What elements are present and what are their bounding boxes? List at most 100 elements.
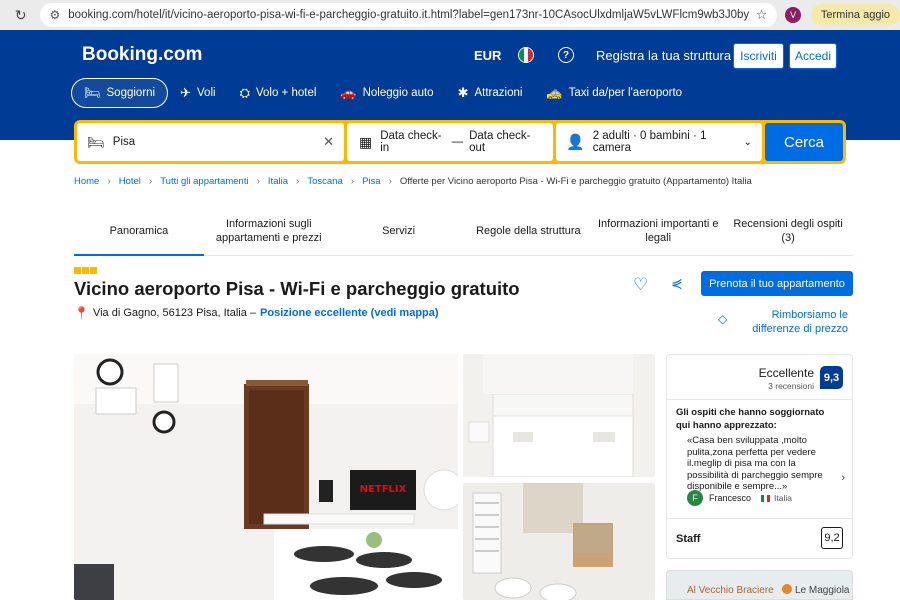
car-icon: 🚗 — [340, 85, 357, 100]
destination-input[interactable]: Pisa — [113, 136, 323, 148]
taxi-icon: 🚕 — [546, 85, 563, 100]
breadcrumb-current: Offerte per Vicino aeroporto Pisa - Wi-F… — [399, 176, 752, 187]
tab-fine-print[interactable]: Informazioni importanti e legali — [593, 207, 723, 255]
update-button[interactable]: Termina aggio — [810, 4, 900, 26]
staff-score-row: Staff 9,2 — [667, 518, 852, 559]
site-settings-icon[interactable]: ⚙ — [50, 8, 61, 22]
avatar: F — [687, 490, 703, 506]
breadcrumb-link[interactable]: Home — [74, 176, 99, 187]
address-bar[interactable]: ⚙ booking.com/hotel/it/vicino-aeroporto-… — [39, 3, 778, 27]
tab-overview[interactable]: Panoramica — [74, 207, 204, 256]
signup-button[interactable]: Iscriviti — [733, 43, 784, 69]
nav-label: Soggiorni — [106, 87, 156, 99]
map-preview[interactable]: Al Vecchio Braciere Le Maggiola — [666, 570, 853, 600]
price-match-label[interactable]: Rimborsiamo le differenze di prezzo — [735, 308, 848, 336]
breadcrumb-link[interactable]: Tutti gli appartamenti — [160, 176, 248, 187]
nav-flights[interactable]: ✈ Voli — [168, 78, 227, 108]
guests-liked-heading: Gli ospiti che hanno soggiornato qui han… — [676, 407, 825, 431]
clear-icon[interactable]: ✕ — [323, 134, 334, 150]
rating-word: Eccellente — [758, 366, 814, 380]
chevron-down-icon: ⌄ — [743, 136, 752, 148]
property-tabs: Panoramica Informazioni sugli appartamen… — [74, 207, 853, 256]
register-property-link[interactable]: Registra la tua struttura — [596, 48, 731, 63]
book-button[interactable]: Prenota il tuo appartamento — [701, 271, 853, 296]
breadcrumb-link[interactable]: Hotel — [119, 176, 141, 187]
breadcrumb-separator: › — [256, 176, 260, 187]
search-bar: 🛏 Pisa ✕ ▦ Data check-in — Data check-ou… — [74, 120, 846, 164]
nav-attractions[interactable]: ✱ Attrazioni — [446, 78, 535, 108]
heart-icon[interactable]: ♡ — [633, 275, 648, 295]
flight-hotel-icon: ⛭ — [239, 85, 250, 100]
bathroom-photo[interactable] — [463, 483, 655, 600]
checkin-label: Data check-in — [380, 130, 442, 154]
breadcrumb: Home › Hotel › Tutti gli appartamenti › Ita… — [74, 176, 752, 187]
search-button[interactable]: Cerca — [765, 123, 843, 161]
nav-label: Volo + hotel — [255, 87, 317, 99]
bookmark-star-icon[interactable]: ☆ — [756, 7, 768, 23]
reviewer-country: Italia — [774, 493, 792, 503]
currency-selector[interactable]: EUR — [474, 48, 501, 63]
review-count: 3 recensioni — [768, 381, 814, 391]
review-quote: «Casa ben sviluppata ,molto pulita,zona … — [687, 435, 823, 492]
calendar-icon: ▦ — [359, 133, 373, 150]
nav-label: Attrazioni — [474, 87, 523, 99]
bed-icon: 🛏 — [87, 133, 105, 150]
tab-guest-reviews[interactable]: Recensioni degli ospiti (3) — [723, 207, 853, 255]
tab-info-prices[interactable]: Informazioni sugli appartamenti e prezzi — [204, 207, 334, 255]
breadcrumb-separator: › — [296, 176, 300, 187]
tab-facilities[interactable]: Servizi — [334, 207, 464, 255]
star-icon — [90, 267, 97, 274]
price-match[interactable]: ◇ Rimborsiamo le differenze di prezzo — [718, 308, 848, 336]
breadcrumb-separator: › — [148, 176, 153, 187]
staff-label: Staff — [676, 533, 701, 545]
nav-label: Voli — [197, 87, 216, 99]
location-map-link[interactable]: Posizione eccellente (vedi mappa) — [260, 307, 439, 319]
property-title: Vicino aeroporto Pisa - Wi-Fi e parchegg… — [74, 278, 520, 299]
breadcrumb-link[interactable]: Pisa — [362, 176, 380, 187]
language-flag-icon[interactable] — [518, 47, 534, 63]
reviewer: F Francesco Italia — [687, 490, 792, 506]
browser-toolbar: ↻ ⚙ booking.com/hotel/it/vicino-aeroport… — [0, 0, 900, 30]
share-icon[interactable]: ⋞ — [671, 275, 683, 292]
bathroom-image — [463, 483, 655, 600]
reviewer-name: Francesco — [709, 493, 752, 503]
nav-label: Noleggio auto — [362, 87, 434, 99]
breadcrumb-link[interactable]: Toscana — [307, 176, 342, 187]
reload-icon[interactable]: ↻ — [12, 7, 30, 24]
nav-flight-hotel[interactable]: ⛭ Volo + hotel — [228, 78, 329, 108]
guests-field[interactable]: 👤 2 adulti · 0 bambini · 1 camera ⌄ — [556, 123, 762, 161]
dates-field[interactable]: ▦ Data check-in — Data check-out — [347, 123, 553, 161]
main-photo[interactable]: NETFLIX — [74, 354, 458, 600]
review-score-header[interactable]: Eccellente 3 recensioni 9,3 — [667, 355, 852, 400]
star-icon — [74, 267, 81, 274]
location-pin-icon: 📍 — [74, 306, 89, 320]
map-label: Le Maggiola — [795, 585, 850, 596]
review-score-badge: 9,3 — [820, 366, 843, 389]
date-separator: — — [451, 136, 464, 148]
url-text: booking.com/hotel/it/vicino-aeroporto-pi… — [68, 9, 750, 21]
destination-field[interactable]: 🛏 Pisa ✕ — [77, 123, 344, 161]
map-label: Al Vecchio Braciere — [687, 585, 774, 596]
bedroom-image — [463, 354, 655, 477]
breadcrumb-separator: › — [350, 176, 355, 187]
staff-score: 9,2 — [821, 527, 843, 549]
bed-icon: 🛏 — [84, 85, 101, 100]
checkout-label: Data check-out — [469, 130, 531, 154]
tab-house-rules[interactable]: Regole della struttura — [463, 207, 593, 255]
help-icon[interactable]: ? — [558, 47, 574, 63]
login-button[interactable]: Accedi — [789, 43, 837, 69]
breadcrumb-separator: › — [107, 176, 111, 187]
booking-logo[interactable]: Booking.com — [82, 44, 202, 66]
nav-airport-taxi[interactable]: 🚕 Taxi da/per l'aeroporto — [534, 78, 694, 108]
breadcrumb-link[interactable]: Italia — [268, 176, 288, 187]
living-room-image: NETFLIX — [74, 354, 458, 600]
nav-stays[interactable]: 🛏 Soggiorni — [71, 78, 169, 108]
breadcrumb-separator: › — [388, 176, 392, 187]
map-pin-icon — [782, 584, 792, 594]
nav-car-rental[interactable]: 🚗 Noleggio auto — [328, 78, 445, 108]
profile-avatar[interactable]: V — [785, 7, 801, 23]
bedroom-photo[interactable] — [463, 354, 655, 477]
chevron-right-icon[interactable]: › — [841, 472, 845, 484]
guests-summary: 2 adulti · 0 bambini · 1 camera — [592, 130, 707, 154]
main-nav: 🛏 Soggiorni ✈ Voli ⛭ Volo + hotel 🚗 Nole… — [71, 78, 694, 108]
